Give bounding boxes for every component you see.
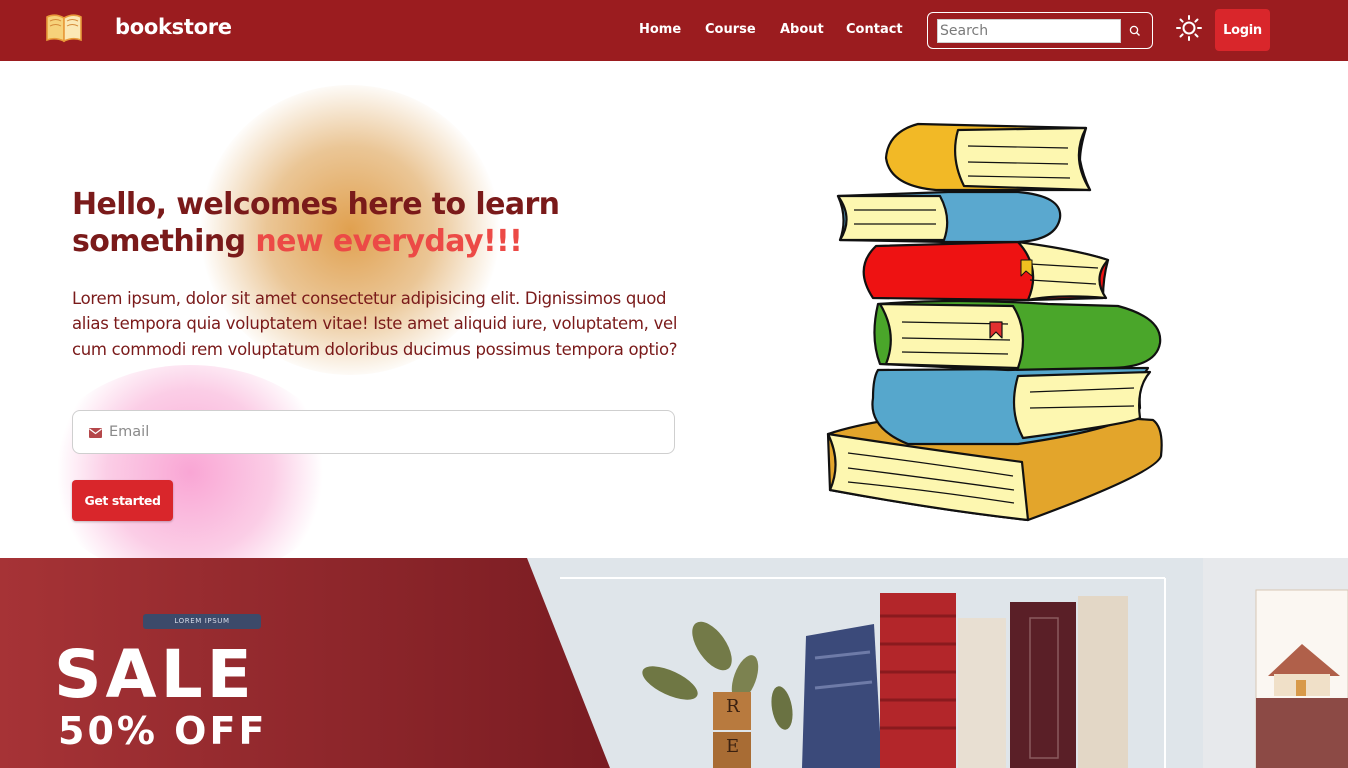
search-icon[interactable] — [1128, 24, 1142, 38]
hero-title-accent: new everyday!!! — [255, 224, 523, 259]
envelope-icon — [89, 428, 102, 438]
letter-tile-2: E — [726, 736, 740, 757]
login-button[interactable]: Login — [1215, 9, 1270, 51]
sale-banner[interactable]: LOREM IPSUM SALE 50% OFF R E — [0, 558, 1348, 768]
open-book-icon[interactable] — [45, 12, 83, 44]
hero-description: Lorem ipsum, dolor sit amet consectetur … — [72, 289, 678, 359]
pink-glow-decoration — [40, 365, 340, 580]
email-input[interactable] — [109, 421, 659, 443]
nav-contact[interactable]: Contact — [846, 22, 903, 37]
discount-text: 50% OFF — [58, 709, 268, 753]
search-box — [927, 12, 1153, 49]
email-field — [72, 410, 675, 454]
brand-name[interactable]: bookstore — [115, 15, 232, 39]
banner-tag: LOREM IPSUM — [143, 614, 261, 629]
navbar: bookstore Home Course About Contact Logi… — [0, 0, 1348, 61]
sun-icon[interactable] — [1175, 14, 1203, 42]
nav-course[interactable]: Course — [705, 22, 756, 37]
book-stack-illustration — [826, 122, 1163, 522]
sale-headline: SALE — [54, 636, 256, 713]
letter-tile-1: R — [726, 696, 740, 717]
nav-about[interactable]: About — [780, 22, 824, 37]
nav-home[interactable]: Home — [639, 22, 681, 37]
hero-title: Hello, welcomes here to learn something … — [72, 186, 692, 260]
search-input[interactable] — [937, 19, 1121, 43]
get-started-button[interactable]: Get started — [72, 480, 173, 521]
